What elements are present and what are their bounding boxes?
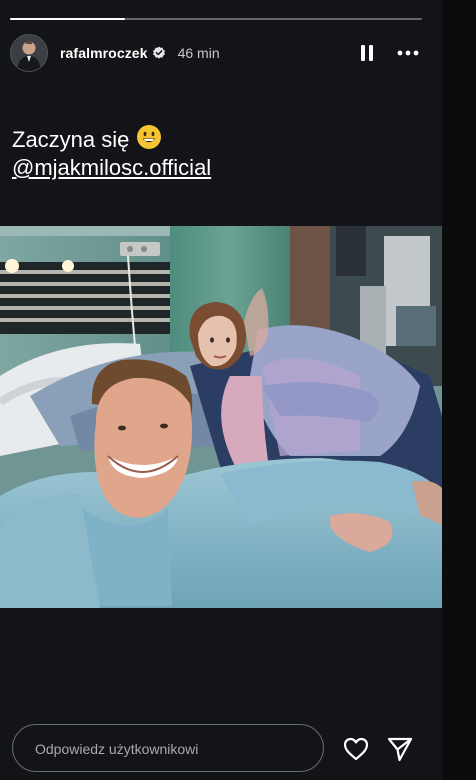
caption-text: Zaczyna się	[12, 127, 130, 152]
more-options-icon[interactable]	[396, 44, 420, 62]
reply-field[interactable]	[12, 724, 324, 773]
story-viewer: rafalmroczek 46 min Zaczyna się @mjakmil…	[0, 0, 442, 780]
story-photo	[0, 226, 442, 608]
story-header: rafalmroczek 46 min	[10, 34, 430, 72]
verified-badge-icon	[152, 46, 165, 59]
story-username[interactable]: rafalmroczek	[60, 45, 148, 61]
background-strip	[442, 0, 476, 780]
story-caption: Zaczyna się @mjakmilosc.official	[12, 124, 211, 182]
send-icon[interactable]	[386, 735, 414, 763]
pause-icon[interactable]	[358, 44, 376, 62]
mention-link[interactable]: @mjakmilosc.official	[12, 154, 211, 182]
avatar[interactable]	[10, 34, 48, 72]
avatar-image	[11, 35, 47, 71]
heart-icon[interactable]	[342, 735, 370, 763]
grinning-emoji-icon	[136, 125, 161, 149]
reply-input[interactable]	[33, 725, 307, 773]
story-timestamp: 46 min	[177, 45, 220, 61]
story-progress-fill	[10, 18, 126, 20]
story-progress-bar	[10, 18, 422, 20]
